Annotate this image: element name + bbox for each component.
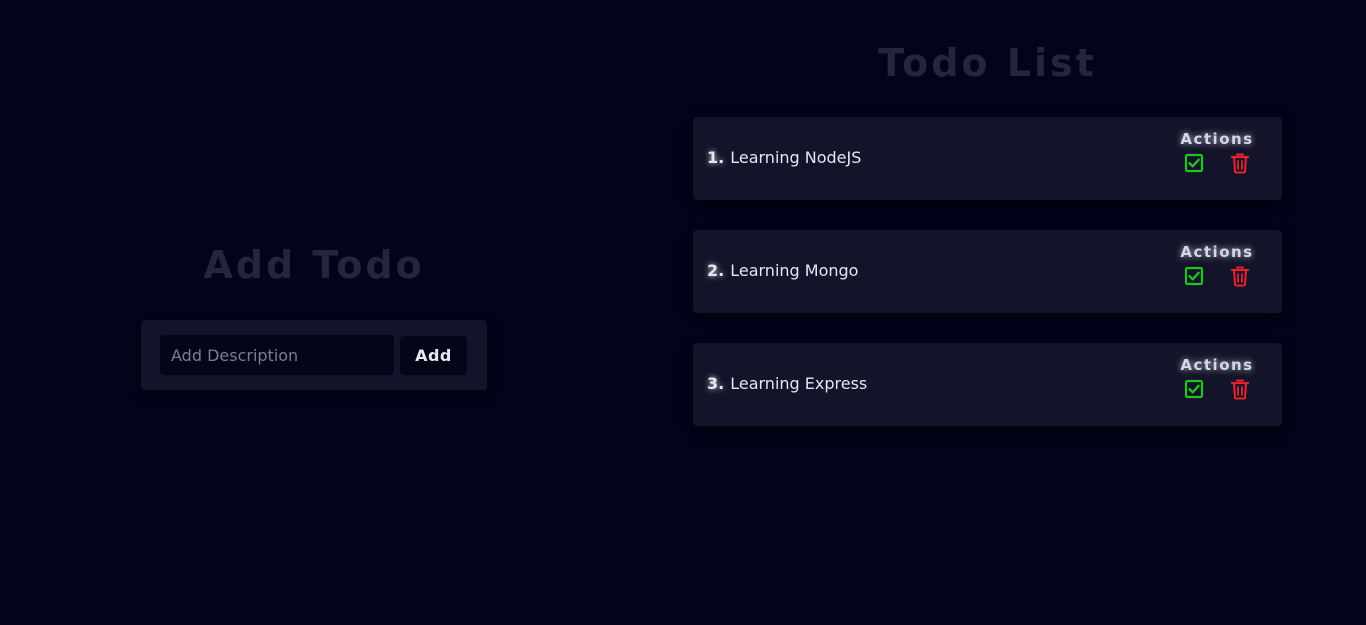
todo-item-number: 2. [707,261,725,280]
add-todo-title: Add Todo [203,243,425,287]
todo-item-description: Learning Mongo [730,261,859,280]
todo-item-text-row: 1. Learning NodeJS [707,148,861,168]
todo-item-number: 1. [707,148,725,167]
add-todo-form: Add [141,320,487,390]
todo-item: 1. Learning NodeJS Actions [693,117,1282,200]
todo-actions: Actions [1173,355,1261,400]
description-input[interactable] [160,335,394,375]
check-square-icon[interactable] [1183,152,1205,174]
todo-list-section: Todo List 1. Learning NodeJS Actions 2. … [693,36,1282,456]
todo-actions: Actions [1173,242,1261,287]
todo-item-description: Learning NodeJS [730,148,862,167]
todo-list-title: Todo List [878,41,1097,85]
trash-icon[interactable] [1229,152,1251,174]
todo-actions: Actions [1173,129,1261,174]
todo-item-text-row: 2. Learning Mongo [707,261,858,281]
actions-label: Actions [1180,243,1254,261]
action-icons [1173,152,1261,174]
todo-item-number: 3. [707,374,725,393]
todo-app: Add Todo Add Todo List 1. Learning NodeJS… [0,0,1366,625]
actions-label: Actions [1180,356,1254,374]
todo-item: 3. Learning Express Actions [693,343,1282,426]
todo-item: 2. Learning Mongo Actions [693,230,1282,313]
actions-label: Actions [1180,130,1254,148]
trash-icon[interactable] [1229,378,1251,400]
trash-icon[interactable] [1229,265,1251,287]
add-todo-section: Add Todo Add [141,238,487,390]
todo-item-description: Learning Express [730,374,868,393]
check-square-icon[interactable] [1183,378,1205,400]
check-square-icon[interactable] [1183,265,1205,287]
action-icons [1173,265,1261,287]
add-button[interactable]: Add [400,335,467,375]
todo-item-text-row: 3. Learning Express [707,374,867,394]
action-icons [1173,378,1261,400]
todo-list: 1. Learning NodeJS Actions 2. Learning M… [693,117,1282,426]
